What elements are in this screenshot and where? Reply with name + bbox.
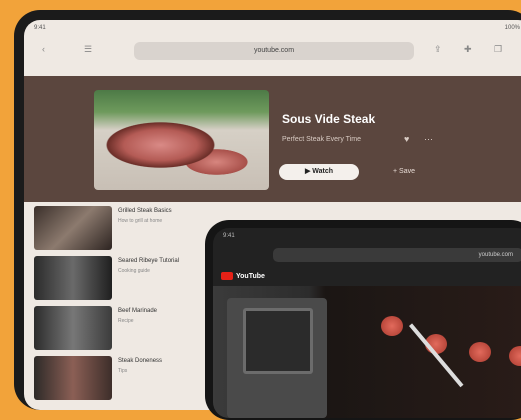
logo-text: YouTube <box>236 272 265 280</box>
bookmark-icon[interactable]: ✚ <box>464 44 472 55</box>
status-battery: 100% <box>504 25 520 31</box>
share-icon[interactable]: ⇪ <box>434 44 442 55</box>
list-thumbnail <box>34 356 112 400</box>
tong-image <box>409 323 464 388</box>
video-title: Sous Vide Steak <box>282 112 376 126</box>
reader-icon[interactable]: ☰ <box>84 44 92 55</box>
video-thumbnail[interactable] <box>94 90 269 190</box>
phone-status-time: 9:41 <box>223 233 235 239</box>
back-icon[interactable]: ‹ <box>42 44 45 54</box>
tabs-icon[interactable]: ❐ <box>494 44 502 55</box>
phone-address-bar[interactable]: youtube.com <box>273 248 521 262</box>
list-item[interactable]: Steak Doneness Tips <box>24 354 224 402</box>
more-icon[interactable]: ⋯ <box>424 134 433 145</box>
address-bar[interactable]: youtube.com <box>134 42 414 60</box>
list-thumbnail <box>34 306 112 350</box>
play-icon <box>221 272 233 280</box>
like-icon[interactable]: ♥ <box>404 134 409 144</box>
phone-video[interactable] <box>213 286 521 418</box>
steak-image <box>509 346 521 366</box>
video-hero: Sous Vide Steak Perfect Steak Every Time… <box>24 76 521 202</box>
list-item[interactable]: Grilled Steak Basics How to grill at hom… <box>24 204 224 252</box>
list-item[interactable]: Seared Ribeye Tutorial Cooking guide <box>24 254 224 302</box>
list-item[interactable]: Beef Marinade Recipe <box>24 304 224 352</box>
steak-image <box>469 342 491 362</box>
phone-device: 9:41 youtube.com YouTube <box>205 220 521 420</box>
steak-image <box>381 316 403 336</box>
list-thumbnail <box>34 206 112 250</box>
grill-image <box>227 298 327 418</box>
phone-screen: 9:41 youtube.com YouTube <box>213 228 521 418</box>
list-item-title: Grilled Steak Basics <box>118 208 172 214</box>
watch-button[interactable]: ▶ Watch <box>279 164 359 180</box>
save-button[interactable]: + Save <box>369 164 439 180</box>
youtube-logo[interactable]: YouTube <box>221 272 265 280</box>
status-bar: 9:41 100% <box>24 20 521 36</box>
status-time: 9:41 <box>34 25 46 31</box>
grill-window <box>243 308 313 374</box>
list-thumbnail <box>34 256 112 300</box>
video-subtitle: Perfect Steak Every Time <box>282 136 361 143</box>
list-item-meta: How to grill at home <box>118 218 163 224</box>
